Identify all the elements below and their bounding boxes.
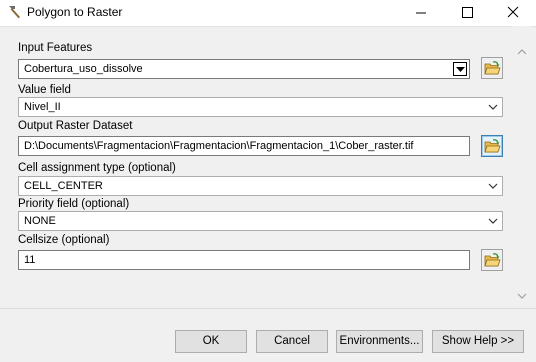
open-folder-icon xyxy=(484,253,501,267)
cellsize-browse-button[interactable] xyxy=(481,249,503,271)
input-features-value: Cobertura_uso_dissolve xyxy=(24,63,143,75)
title-bar: Polygon to Raster xyxy=(0,0,536,26)
window-title: Polygon to Raster xyxy=(27,5,123,19)
ok-button[interactable]: OK xyxy=(175,330,247,353)
value-field-label: Value field xyxy=(18,84,71,96)
input-features-browse-button[interactable] xyxy=(481,57,503,79)
cell-assignment-dropdown[interactable]: CELL_CENTER xyxy=(18,176,503,196)
caret-down-icon xyxy=(456,67,465,72)
close-icon xyxy=(507,6,519,18)
value-field-dropdown[interactable]: Nivel_II xyxy=(18,97,503,117)
open-folder-icon xyxy=(484,61,501,75)
input-features-label: Input Features xyxy=(18,42,93,54)
output-raster-value: D:\Documents\Fragmentacion\Fragmentacion… xyxy=(24,140,414,152)
close-button[interactable] xyxy=(490,0,536,26)
output-raster-label: Output Raster Dataset xyxy=(18,120,133,132)
minimize-button[interactable] xyxy=(398,0,444,26)
priority-field-dropdown[interactable]: NONE xyxy=(18,211,503,231)
input-features-dropdown[interactable]: Cobertura_uso_dissolve xyxy=(18,59,470,79)
cell-assignment-value: CELL_CENTER xyxy=(24,180,103,192)
chevron-down-icon xyxy=(488,183,498,189)
cell-assignment-label: Cell assignment type (optional) xyxy=(18,162,176,174)
maximize-icon xyxy=(462,7,473,18)
output-raster-input[interactable]: D:\Documents\Fragmentacion\Fragmentacion… xyxy=(18,136,470,156)
cellsize-label: Cellsize (optional) xyxy=(18,234,110,246)
chevron-down-icon xyxy=(488,104,498,110)
chevron-up-icon[interactable] xyxy=(516,46,528,58)
vertical-scrollbar[interactable] xyxy=(513,26,531,308)
cellsize-input[interactable]: 11 xyxy=(18,250,470,270)
minimize-icon xyxy=(416,12,426,14)
priority-field-value: NONE xyxy=(24,215,56,227)
input-features-dropdown-button[interactable] xyxy=(453,62,467,76)
open-folder-icon xyxy=(484,139,501,153)
cellsize-value: 11 xyxy=(24,254,36,266)
chevron-down-icon[interactable] xyxy=(516,290,528,302)
show-help-button[interactable]: Show Help >> xyxy=(432,330,524,353)
value-field-value: Nivel_II xyxy=(24,101,61,113)
hammer-icon xyxy=(9,6,20,19)
chevron-down-icon xyxy=(488,218,498,224)
output-raster-browse-button[interactable] xyxy=(481,135,503,157)
maximize-button[interactable] xyxy=(444,0,490,26)
priority-field-label: Priority field (optional) xyxy=(18,198,130,210)
environments-button[interactable]: Environments... xyxy=(336,330,423,353)
cancel-button[interactable]: Cancel xyxy=(256,330,328,353)
